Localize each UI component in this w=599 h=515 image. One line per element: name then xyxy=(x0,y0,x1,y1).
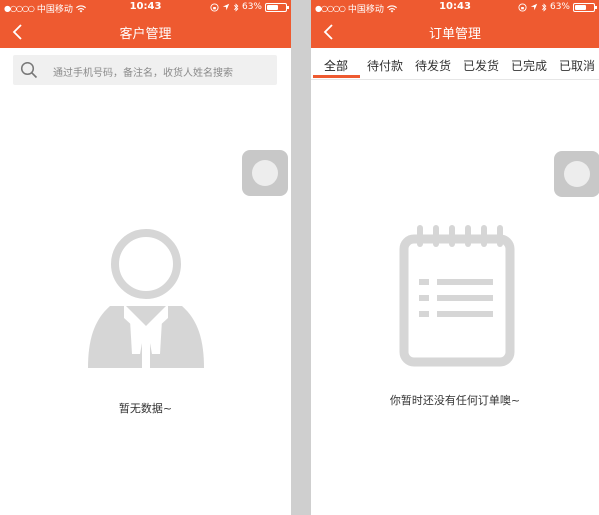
location-icon xyxy=(530,3,538,11)
assistive-touch-button[interactable] xyxy=(554,151,599,197)
bluetooth-icon xyxy=(541,2,547,12)
nav-bar: 客户管理 xyxy=(0,16,291,48)
battery-percent: 63% xyxy=(241,2,262,12)
status-right: 63% xyxy=(210,2,289,12)
battery-percent: 63% xyxy=(549,2,570,12)
page-title: 订单管理 xyxy=(428,27,481,42)
order-management-screen: ●○○○○ 中国移动 10:43 63% 订单管理 全部 待付款 待发货 已发货… xyxy=(311,0,599,515)
tab-completed[interactable]: 已完成 xyxy=(511,57,547,74)
battery-icon xyxy=(573,2,597,12)
active-tab-indicator xyxy=(313,75,360,78)
top-bar: ●○○○○ 中国移动 10:43 63% 客户管理 xyxy=(0,0,291,48)
location-icon xyxy=(222,3,230,11)
status-bar: ●○○○○ 中国移动 10:43 63% xyxy=(0,0,291,16)
empty-state-text: 你暂时还没有任何订单噢~ xyxy=(389,394,521,407)
person-icon xyxy=(88,229,204,370)
search-input[interactable]: 通过手机号码，备注名，收货人姓名搜索 xyxy=(13,55,277,85)
status-bar: ●○○○○ 中国移动 10:43 63% xyxy=(311,0,599,16)
tab-pending-payment[interactable]: 待付款 xyxy=(367,57,403,74)
lock-rotation-icon xyxy=(210,2,219,12)
status-right: 63% xyxy=(518,2,597,12)
tab-pending-shipment[interactable]: 待发货 xyxy=(415,57,451,74)
top-bar: ●○○○○ 中国移动 10:43 63% 订单管理 xyxy=(311,0,599,48)
lock-rotation-icon xyxy=(518,2,527,12)
tab-cancelled[interactable]: 已取消 xyxy=(559,57,595,74)
notepad-icon xyxy=(399,225,515,367)
order-status-tabs: 全部 待付款 待发货 已发货 已完成 已取消 xyxy=(311,48,599,80)
search-icon xyxy=(20,61,38,79)
nav-bar: 订单管理 xyxy=(311,16,599,48)
search-placeholder: 通过手机号码，备注名，收货人姓名搜索 xyxy=(53,68,233,79)
page-title: 客户管理 xyxy=(119,27,172,42)
empty-state-text: 暂无数据~ xyxy=(118,402,173,415)
tab-all[interactable]: 全部 xyxy=(324,57,348,74)
tab-shipped[interactable]: 已发货 xyxy=(463,57,499,74)
assistive-touch-button[interactable] xyxy=(242,150,288,196)
customer-management-screen: ●○○○○ 中国移动 10:43 63% 客户管理 通过手机号码，备注名，收货人… xyxy=(0,0,291,515)
battery-icon xyxy=(265,2,289,12)
bluetooth-icon xyxy=(233,2,239,12)
